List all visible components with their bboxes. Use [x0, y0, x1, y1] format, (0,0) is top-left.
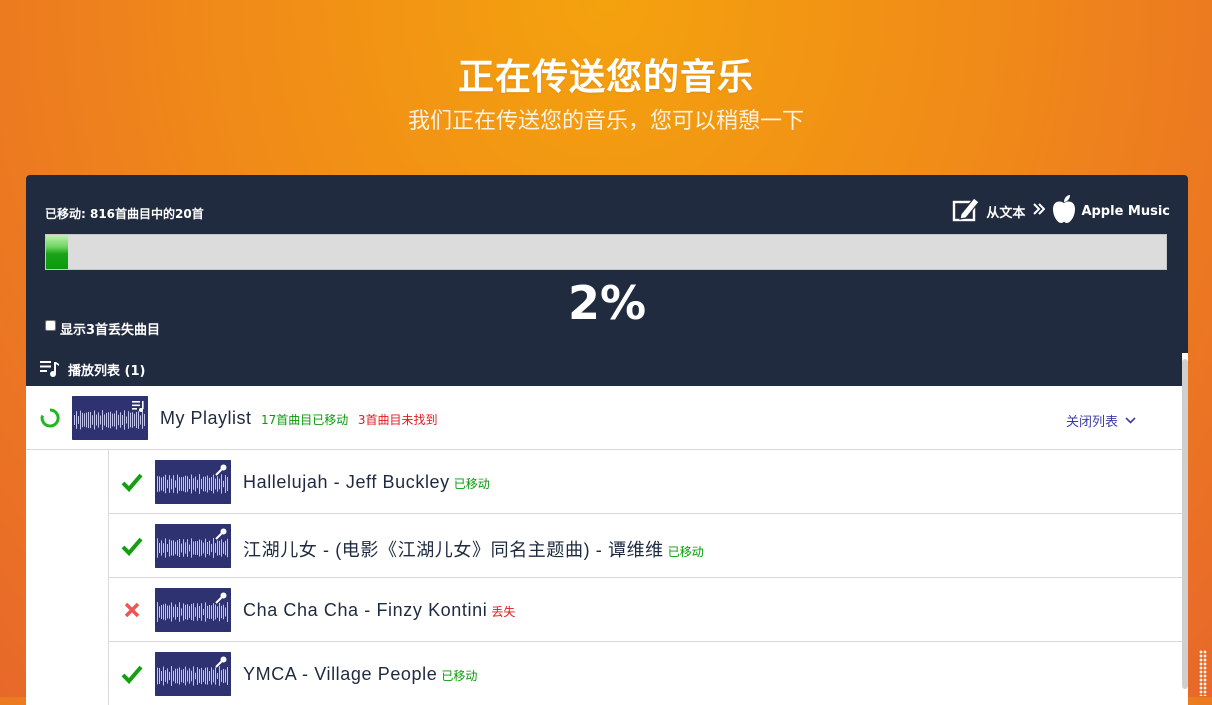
track-list: Hallelujah - Jeff Buckley 已移动 江湖儿女 - (电影《江… [108, 450, 1183, 705]
track-cover-image [155, 524, 231, 568]
playlist-name[interactable]: My Playlist 17首曲目已移动 3首曲目未找到 [160, 408, 437, 429]
destination-label: Apple Music [1081, 203, 1170, 219]
track-cover-image [155, 588, 231, 632]
track-row[interactable]: YMCA - Village People 已移动 [109, 642, 1183, 705]
show-missing-toggle[interactable]: 显示3首丢失曲目 [45, 319, 160, 338]
track-row[interactable]: 江湖儿女 - (电影《江湖儿女》同名主题曲) - 谭维维 已移动 [109, 514, 1183, 578]
chevron-double-right-icon [1033, 203, 1046, 219]
playlist-name-text: My Playlist [160, 408, 252, 428]
playlists-header: 播放列表 (1) [26, 353, 1182, 386]
checkmark-icon [121, 664, 143, 684]
track-row[interactable]: Hallelujah - Jeff Buckley 已移动 [109, 450, 1183, 514]
playlist-moved-summary: 17首曲目已移动 [261, 413, 349, 427]
show-missing-checkbox[interactable] [45, 320, 56, 331]
playlist-missing-summary: 3首曲目未找到 [357, 413, 438, 427]
scrollbar[interactable] [1182, 353, 1188, 705]
moved-count-text: 已移动: 816首曲目中的20首 [45, 207, 204, 221]
microphone-icon [213, 654, 229, 670]
track-title: Cha Cha Cha - Finzy Kontini 丢失 [243, 600, 515, 621]
transfer-panel: 已移动: 816首曲目中的20首 从文本 Apple Music 2% 显示3首 [26, 175, 1188, 705]
transfer-route: 从文本 Apple Music [952, 195, 1170, 227]
checkmark-icon [121, 536, 143, 556]
close-list-button[interactable]: 关闭列表 [1066, 411, 1136, 430]
progress-bar [45, 234, 1167, 270]
track-cover-image [155, 652, 231, 696]
edit-text-icon [952, 195, 982, 227]
microphone-icon [213, 526, 229, 542]
track-status-label: 已移动 [441, 669, 478, 683]
track-row[interactable]: Cha Cha Cha - Finzy Kontini 丢失 [109, 578, 1183, 642]
track-cover-image [155, 460, 231, 504]
track-title-text: Hallelujah - Jeff Buckley [243, 472, 450, 492]
track-title-text: YMCA - Village People [243, 664, 438, 684]
playlist-content: My Playlist 17首曲目已移动 3首曲目未找到 关闭列表 Hallel… [26, 386, 1183, 705]
track-title: 江湖儿女 - (电影《江湖儿女》同名主题曲) - 谭维维 已移动 [243, 536, 704, 562]
cross-icon [121, 600, 143, 620]
page-subtitle: 我们正在传送您的音乐，您可以稍憩一下 [407, 109, 804, 134]
playlist-row[interactable]: My Playlist 17首曲目已移动 3首曲目未找到 关闭列表 [26, 386, 1182, 450]
progress-percent: 2% [567, 276, 647, 330]
playlist-badge-icon [130, 398, 146, 414]
playlists-header-label: 播放列表 (1) [68, 364, 146, 379]
track-status-label: 已移动 [453, 477, 490, 491]
progress-bar-fill [46, 235, 69, 269]
chevron-down-icon [1125, 417, 1136, 424]
microphone-icon [213, 462, 229, 478]
source-label: 从文本 [986, 205, 1026, 221]
track-title: Hallelujah - Jeff Buckley 已移动 [243, 472, 490, 493]
loading-spinner-icon [40, 408, 60, 428]
playlist-icon [40, 358, 60, 382]
show-missing-label: 显示3首丢失曲目 [60, 323, 161, 338]
track-title: YMCA - Village People 已移动 [243, 664, 477, 685]
close-list-label: 关闭列表 [1065, 415, 1118, 430]
checkmark-icon [121, 472, 143, 492]
playlist-cover-image [72, 396, 148, 440]
track-status-label: 已移动 [667, 545, 704, 559]
page-title: 正在传送您的音乐 [457, 57, 754, 98]
decorative-dots [1199, 650, 1207, 696]
scrollbar-thumb[interactable] [1182, 359, 1188, 689]
microphone-icon [213, 590, 229, 606]
track-title-text: 江湖儿女 - (电影《江湖儿女》同名主题曲) - 谭维维 [243, 540, 664, 560]
track-title-text: Cha Cha Cha - Finzy Kontini [243, 600, 488, 620]
track-status-label: 丢失 [491, 605, 516, 619]
apple-logo-icon [1051, 194, 1077, 228]
